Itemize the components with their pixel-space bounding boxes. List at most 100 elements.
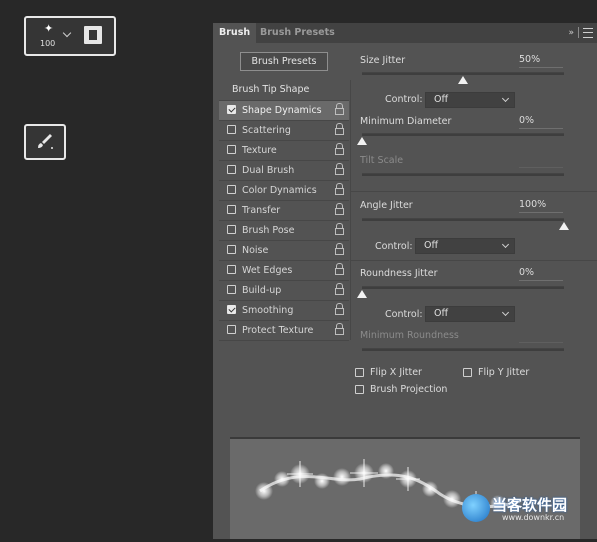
list-item-label: Wet Edges	[242, 265, 293, 276]
roundness-jitter-control-select[interactable]: Off	[425, 306, 515, 322]
lock-icon[interactable]	[335, 203, 344, 215]
tab-brush-presets[interactable]: Brush Presets	[254, 23, 341, 43]
control-label: Control:	[385, 94, 423, 105]
brush-pose-checkbox[interactable]	[227, 225, 236, 234]
minimum-roundness-slider	[362, 348, 564, 351]
angle-jitter-label: Angle Jitter	[360, 200, 413, 211]
roundness-jitter-value[interactable]: 0%	[519, 267, 563, 281]
brush-settings-list: Brush Tip Shape Shape Dynamics Scatterin…	[219, 80, 349, 341]
angle-jitter-value[interactable]: 100%	[519, 199, 563, 213]
panel-menu-icon[interactable]	[583, 27, 593, 38]
color-dynamics-checkbox[interactable]	[227, 185, 236, 194]
smoothing-checkbox[interactable]	[227, 305, 236, 314]
watermark-text: 当客软件园	[492, 496, 568, 514]
list-item-label: Noise	[242, 245, 269, 256]
wet-edges-checkbox[interactable]	[227, 265, 236, 274]
list-item-label: Texture	[242, 145, 277, 156]
size-jitter-label: Size Jitter	[360, 55, 406, 66]
list-item[interactable]: Smoothing	[219, 301, 349, 321]
roundness-jitter-slider[interactable]	[362, 286, 564, 289]
watermark-logo-icon	[462, 494, 490, 522]
control-label: Control:	[385, 309, 423, 320]
minimum-diameter-slider[interactable]	[362, 133, 564, 136]
list-item-brush-tip-shape[interactable]: Brush Tip Shape	[219, 80, 349, 101]
minimum-diameter-thumb[interactable]	[357, 137, 367, 145]
lock-icon[interactable]	[335, 103, 344, 115]
list-item[interactable]: Scattering	[219, 121, 349, 141]
flip-y-jitter-checkbox[interactable]	[463, 368, 472, 377]
texture-checkbox[interactable]	[227, 145, 236, 154]
lock-icon[interactable]	[335, 183, 344, 195]
list-item-label: Brush Pose	[242, 225, 295, 236]
list-item-label: Dual Brush	[242, 165, 295, 176]
lock-icon[interactable]	[335, 263, 344, 275]
noise-checkbox[interactable]	[227, 245, 236, 254]
list-item-label: Smoothing	[242, 305, 294, 316]
lock-icon[interactable]	[335, 323, 344, 335]
lock-icon[interactable]	[335, 283, 344, 295]
section-divider	[350, 191, 597, 192]
list-item[interactable]: Texture	[219, 141, 349, 161]
chevron-down-icon	[501, 94, 510, 103]
scattering-checkbox[interactable]	[227, 125, 236, 134]
list-item[interactable]: Protect Texture	[219, 321, 349, 341]
brush-panel-toggle-icon[interactable]	[84, 26, 102, 44]
list-item-label: Shape Dynamics	[242, 105, 322, 116]
angle-jitter-control-select[interactable]: Off	[415, 238, 515, 254]
list-item[interactable]: Wet Edges	[219, 261, 349, 281]
size-jitter-slider[interactable]	[362, 72, 564, 75]
brush-preset-picker[interactable]: ✦ 100	[24, 16, 116, 56]
lock-icon[interactable]	[335, 123, 344, 135]
protect-texture-checkbox[interactable]	[227, 325, 236, 334]
chevron-down-icon	[501, 308, 510, 317]
size-jitter-thumb[interactable]	[458, 76, 468, 84]
control-label: Control:	[375, 241, 413, 252]
lock-icon[interactable]	[335, 163, 344, 175]
minimum-roundness-value	[519, 329, 563, 343]
list-item[interactable]: Shape Dynamics	[219, 101, 349, 121]
minimum-diameter-value[interactable]: 0%	[519, 115, 563, 129]
list-item[interactable]: Color Dynamics	[219, 181, 349, 201]
build-up-checkbox[interactable]	[227, 285, 236, 294]
chevron-down-icon[interactable]	[62, 28, 72, 38]
lock-icon[interactable]	[335, 243, 344, 255]
brush-tool-button[interactable]	[24, 124, 66, 160]
flip-y-jitter-label: Flip Y Jitter	[478, 367, 530, 378]
lock-icon[interactable]	[335, 223, 344, 235]
brush-projection-checkbox[interactable]	[355, 385, 364, 394]
list-item[interactable]: Brush Pose	[219, 221, 349, 241]
watermark-url: www.downkr.cn	[502, 513, 565, 522]
brush-panel: Brush Brush Presets » Brush Presets Brus…	[213, 23, 597, 539]
flip-x-jitter-checkbox[interactable]	[355, 368, 364, 377]
panel-menu-controls: »	[568, 27, 593, 38]
brush-tip-dot-icon: ✦	[44, 22, 54, 35]
brush-projection-label: Brush Projection	[370, 384, 448, 395]
list-item[interactable]: Transfer	[219, 201, 349, 221]
list-item[interactable]: Dual Brush	[219, 161, 349, 181]
section-divider	[350, 260, 597, 261]
lock-icon[interactable]	[335, 143, 344, 155]
collapse-icon[interactable]: »	[568, 28, 574, 38]
tab-brush[interactable]: Brush	[213, 23, 257, 43]
list-item[interactable]: Noise	[219, 241, 349, 261]
panel-tab-bar: Brush Brush Presets »	[213, 23, 597, 43]
brush-presets-button[interactable]: Brush Presets	[240, 52, 328, 71]
list-item-label: Protect Texture	[242, 325, 314, 336]
list-item-label: Build-up	[242, 285, 282, 296]
roundness-jitter-thumb[interactable]	[357, 290, 367, 298]
tilt-scale-slider	[362, 173, 564, 176]
shape-dynamics-checkbox[interactable]	[227, 105, 236, 114]
list-item-label: Transfer	[242, 205, 281, 216]
list-item[interactable]: Build-up	[219, 281, 349, 301]
size-jitter-control-select[interactable]: Off	[425, 92, 515, 108]
size-jitter-value[interactable]: 50%	[519, 54, 563, 68]
angle-jitter-thumb[interactable]	[559, 222, 569, 230]
angle-jitter-slider[interactable]	[362, 218, 564, 221]
select-value: Off	[434, 308, 449, 319]
dual-brush-checkbox[interactable]	[227, 165, 236, 174]
list-item-label: Scattering	[242, 125, 291, 136]
lock-icon[interactable]	[335, 303, 344, 315]
select-value: Off	[424, 240, 439, 251]
roundness-jitter-label: Roundness Jitter	[360, 268, 438, 279]
transfer-checkbox[interactable]	[227, 205, 236, 214]
